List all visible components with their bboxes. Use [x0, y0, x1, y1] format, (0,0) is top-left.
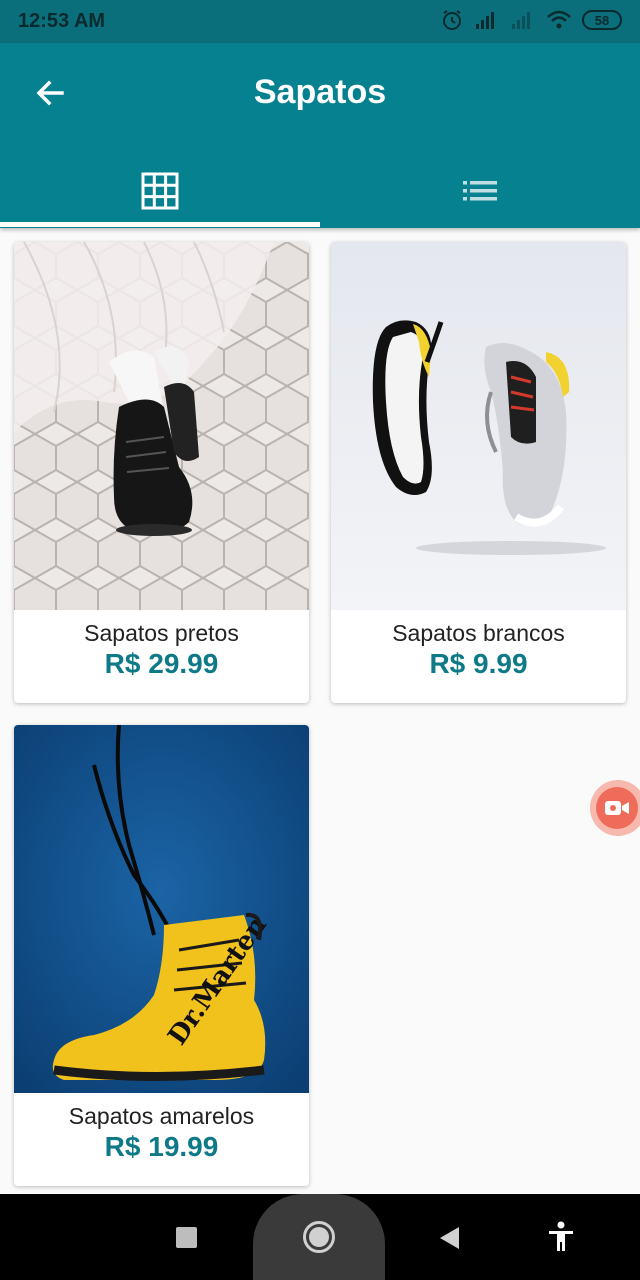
- black-boots-photo: [14, 242, 309, 610]
- yellow-boot-photo: Dr.Marten: [14, 725, 309, 1093]
- signal-icon: [474, 9, 500, 31]
- white-sneakers-photo: [331, 242, 626, 610]
- grid-icon: [141, 172, 179, 209]
- tab-list-view[interactable]: [320, 153, 640, 228]
- system-nav-bar: [0, 1194, 640, 1280]
- tab-grid-view[interactable]: [0, 153, 320, 228]
- back-triangle-icon[interactable]: [437, 1225, 461, 1256]
- page-title: Sapatos: [253, 73, 387, 111]
- home-circle-icon[interactable]: [303, 1221, 335, 1253]
- screen-record-button[interactable]: [590, 780, 640, 836]
- product-price: R$ 9.99: [429, 648, 528, 679]
- product-card[interactable]: Dr.Marten Sapatos amarelos R$ 19.99: [14, 725, 309, 1186]
- product-price: R$ 29.99: [104, 648, 219, 679]
- status-time: 12:53 AM: [18, 10, 106, 32]
- recents-square-icon[interactable]: [176, 1227, 197, 1248]
- app-bar: Sapatos: [0, 43, 640, 228]
- alarm-icon: [440, 8, 464, 32]
- product-card[interactable]: Sapatos pretos R$ 29.99: [14, 242, 309, 703]
- product-card[interactable]: Sapatos brancos R$ 9.99: [331, 242, 626, 703]
- product-name: Sapatos amarelos: [68, 1103, 255, 1129]
- status-icons: 58: [440, 8, 622, 32]
- video-camera-icon: [605, 801, 629, 815]
- product-name: Sapatos brancos: [392, 620, 565, 646]
- tab-indicator: [0, 222, 320, 227]
- product-name: Sapatos pretos: [84, 620, 239, 646]
- status-bar: 12:53 AM 58: [0, 0, 640, 43]
- signal-weak-icon: [510, 9, 536, 31]
- accessibility-icon[interactable]: [547, 1221, 575, 1258]
- product-price: R$ 19.99: [104, 1131, 219, 1162]
- list-icon: [463, 180, 497, 200]
- battery-icon: 58: [582, 10, 622, 30]
- wifi-icon: [546, 9, 572, 31]
